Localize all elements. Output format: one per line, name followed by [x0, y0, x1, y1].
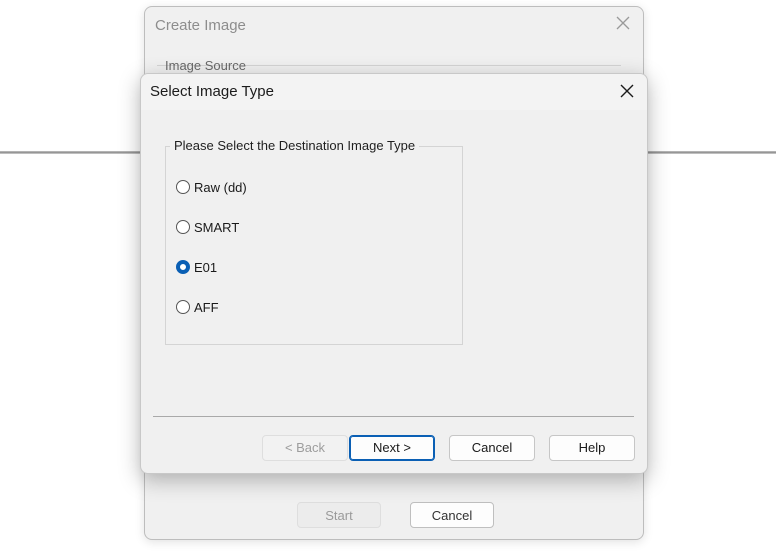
- background-rule-left: [0, 151, 145, 154]
- radio-label: Raw (dd): [194, 179, 247, 195]
- radio-button-icon[interactable]: [176, 300, 190, 314]
- radio-aff[interactable]: AFF: [176, 297, 219, 317]
- close-icon[interactable]: [619, 83, 635, 99]
- radio-button-icon[interactable]: [176, 180, 190, 194]
- back-button[interactable]: < Back: [262, 435, 348, 461]
- cancel-button[interactable]: Cancel: [449, 435, 535, 461]
- image-source-label: Image Source: [165, 58, 246, 73]
- create-image-title: Create Image: [155, 17, 246, 34]
- dialog-titlebar: Select Image Type: [141, 74, 647, 110]
- start-button[interactable]: Start: [297, 502, 381, 528]
- radio-e01[interactable]: E01: [176, 257, 217, 277]
- radio-label: AFF: [194, 299, 219, 315]
- button-separator: [153, 416, 634, 417]
- radio-label: SMART: [194, 219, 240, 235]
- radio-button-checked-icon[interactable]: [176, 260, 190, 274]
- close-icon[interactable]: [615, 15, 631, 31]
- help-button[interactable]: Help: [549, 435, 635, 461]
- background-rule-right: [645, 151, 776, 154]
- background-cancel-button[interactable]: Cancel: [410, 502, 494, 528]
- radio-raw-dd[interactable]: Raw (dd): [176, 177, 247, 197]
- dialog-title: Select Image Type: [150, 83, 274, 100]
- radio-smart[interactable]: SMART: [176, 217, 239, 237]
- radio-label: E01: [194, 259, 218, 275]
- group-label: Please Select the Destination Image Type: [170, 138, 420, 153]
- radio-button-icon[interactable]: [176, 220, 190, 234]
- select-image-type-dialog: Select Image Type Please Select the Dest…: [140, 73, 648, 474]
- next-button[interactable]: Next >: [349, 435, 435, 461]
